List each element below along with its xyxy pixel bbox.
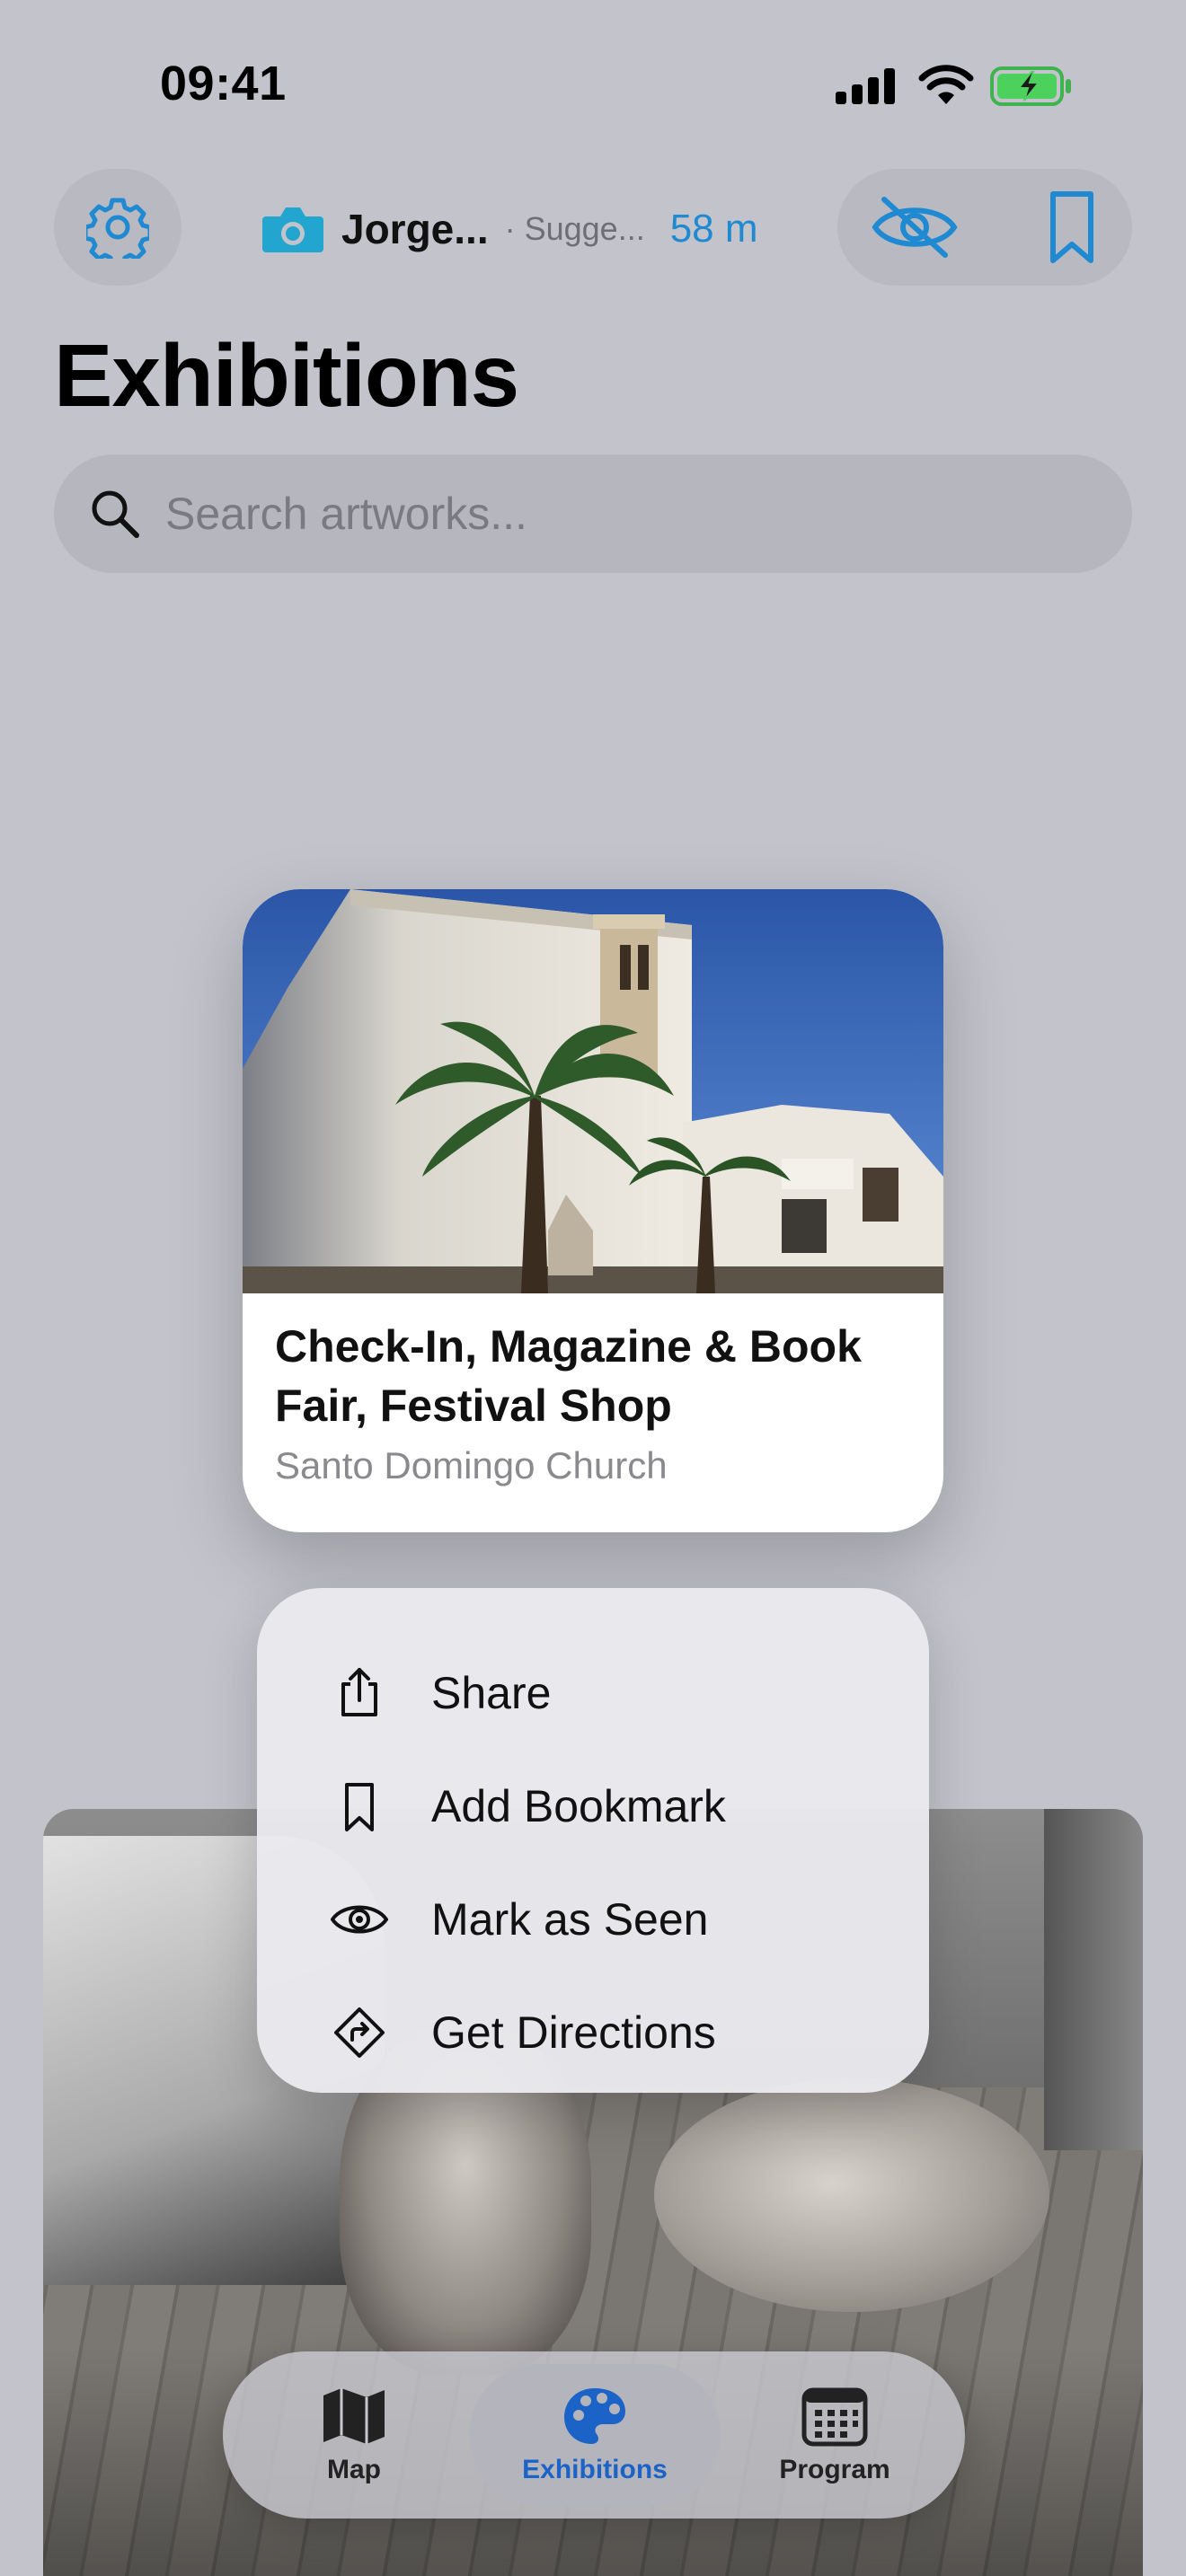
- menu-label-add-bookmark: Add Bookmark: [431, 1781, 726, 1831]
- context-menu: Share Add Bookmark Mark as Seen Get Dire…: [257, 1588, 929, 2093]
- status-icons: [836, 63, 1078, 110]
- search-icon: [92, 490, 139, 538]
- palette-icon: [564, 2388, 625, 2444]
- search-input[interactable]: Search artworks...: [165, 488, 527, 540]
- menu-item-add-bookmark[interactable]: Add Bookmark: [257, 1750, 929, 1863]
- menu-item-get-directions[interactable]: Get Directions: [257, 1976, 929, 2089]
- tab-program[interactable]: Program: [735, 2364, 934, 2506]
- tab-map[interactable]: Map: [255, 2364, 453, 2506]
- exhibition-card[interactable]: Check-In, Magazine & Book Fair, Festival…: [243, 889, 943, 1532]
- bookmark-icon[interactable]: [1040, 189, 1103, 266]
- map-icon: [323, 2388, 385, 2444]
- share-icon: [341, 1668, 377, 1716]
- exhibition-venue: Santo Domingo Church: [275, 1444, 668, 1486]
- bookmark-icon: [345, 1783, 374, 1831]
- photo-wall: [1044, 1809, 1143, 2150]
- tab-label-exhibitions: Exhibitions: [522, 2455, 668, 2484]
- tab-label-program: Program: [779, 2455, 890, 2484]
- current-artwork-pill[interactable]: Jorge... · Sugge... 58 m: [235, 180, 783, 278]
- calendar-icon: [801, 2387, 868, 2447]
- menu-label-get-directions: Get Directions: [431, 2007, 716, 2058]
- eye-icon: [331, 1905, 388, 1934]
- search-bar[interactable]: Search artworks...: [54, 454, 1132, 573]
- church-photo: [243, 889, 943, 1293]
- photo-dog-lying: [654, 2078, 1049, 2312]
- menu-label-share: Share: [431, 1668, 552, 1718]
- gear-icon: [86, 198, 149, 259]
- distance-label: 58 m: [669, 207, 758, 251]
- tab-exhibitions[interactable]: Exhibitions: [469, 2364, 721, 2506]
- directions-icon: [334, 2007, 385, 2058]
- menu-item-mark-as-seen[interactable]: Mark as Seen: [257, 1863, 929, 1976]
- exhibition-title: Check-In, Magazine & Book Fair, Festival…: [275, 1321, 862, 1431]
- status-time: 09:41: [160, 57, 287, 110]
- suggestion-label: · Sugge...: [504, 210, 645, 247]
- page-title: Exhibitions: [54, 326, 519, 425]
- menu-item-share[interactable]: Share: [257, 1636, 929, 1750]
- eye-slash-icon[interactable]: [870, 194, 960, 260]
- tab-bar: Map Exhibitions Program: [223, 2351, 965, 2519]
- artwork-name: Jorge...: [341, 206, 489, 252]
- wifi-icon: [918, 65, 974, 104]
- cellular-signal-icon: [836, 68, 897, 104]
- settings-button[interactable]: [54, 169, 181, 286]
- battery-charging-icon: [990, 66, 1071, 106]
- camera-icon: [262, 207, 323, 252]
- menu-label-mark-as-seen: Mark as Seen: [431, 1894, 709, 1945]
- toolbar-actions: [837, 169, 1132, 286]
- tab-label-map: Map: [327, 2455, 381, 2484]
